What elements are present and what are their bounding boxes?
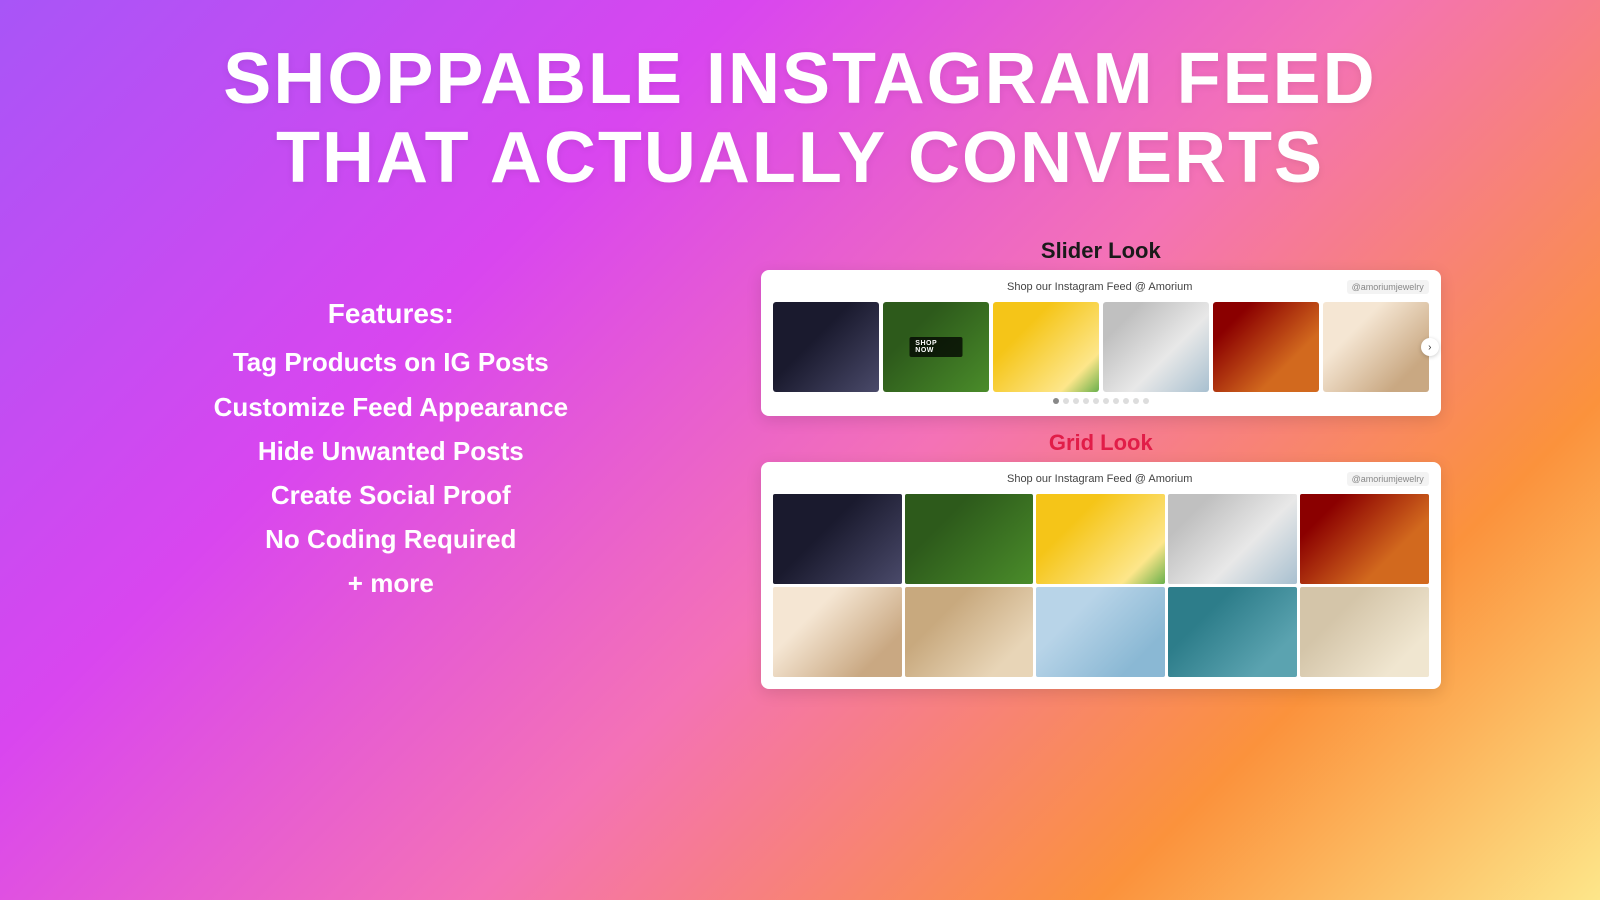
grid-image-5 (1300, 494, 1429, 584)
slider-feed-header: Shop our Instagram Feed @ Amorium @amori… (773, 280, 1429, 294)
left-panel: Features: Tag Products on IG Posts Custo… (60, 238, 682, 605)
grid-image-4 (1168, 494, 1297, 584)
grid-image-8 (1036, 587, 1165, 677)
slider-image-4 (1103, 302, 1209, 392)
grid-images (773, 494, 1429, 677)
dot-4 (1083, 398, 1089, 404)
feature-item-5: No Coding Required (214, 517, 568, 561)
grid-label: Grid Look (1049, 430, 1153, 456)
dot-1 (1053, 398, 1059, 404)
features-block: Features: Tag Products on IG Posts Custo… (214, 298, 568, 605)
grid-image-7 (905, 587, 1034, 677)
slider-image-1 (773, 302, 879, 392)
features-list: Tag Products on IG Posts Customize Feed … (214, 340, 568, 605)
features-title: Features: (214, 298, 568, 330)
slider-feed-title: Shop our Instagram Feed @ Amorium (853, 281, 1347, 293)
dot-9 (1133, 398, 1139, 404)
slider-feed-box: Shop our Instagram Feed @ Amorium @amori… (761, 270, 1441, 416)
slider-image-3 (993, 302, 1099, 392)
grid-image-2 (905, 494, 1034, 584)
dot-2 (1063, 398, 1069, 404)
grid-feed-header: Shop our Instagram Feed @ Amorium @amori… (773, 472, 1429, 486)
headline: SHOPPABLE INSTAGRAM FEED THAT ACTUALLY C… (223, 40, 1376, 198)
grid-feed-title: Shop our Instagram Feed @ Amorium (853, 473, 1347, 485)
headline-line2: THAT ACTUALLY CONVERTS (223, 119, 1376, 198)
grid-image-3 (1036, 494, 1165, 584)
slider-arrow[interactable]: › (1421, 338, 1439, 356)
slider-image-5 (1213, 302, 1319, 392)
content-row: Features: Tag Products on IG Posts Custo… (60, 238, 1540, 870)
dot-5 (1093, 398, 1099, 404)
feature-item-4: Create Social Proof (214, 473, 568, 517)
slider-image-6 (1323, 302, 1429, 392)
grid-image-1 (773, 494, 902, 584)
grid-feed-box: Shop our Instagram Feed @ Amorium @amori… (761, 462, 1441, 689)
dot-6 (1103, 398, 1109, 404)
grid-image-10 (1300, 587, 1429, 677)
dot-3 (1073, 398, 1079, 404)
grid-ig-handle: @amoriumjewelry (1347, 472, 1429, 486)
shop-now-badge: SHOP NOW (909, 337, 962, 357)
grid-image-6 (773, 587, 902, 677)
feature-item-2: Customize Feed Appearance (214, 385, 568, 429)
slider-dots (773, 398, 1429, 404)
slider-images-row: SHOP NOW › (773, 302, 1429, 392)
feature-item-1: Tag Products on IG Posts (214, 340, 568, 384)
right-panel: Slider Look Shop our Instagram Feed @ Am… (682, 238, 1540, 689)
feature-item-3: Hide Unwanted Posts (214, 429, 568, 473)
feature-item-6: + more (214, 561, 568, 605)
grid-image-9 (1168, 587, 1297, 677)
dot-10 (1143, 398, 1149, 404)
headline-line1: SHOPPABLE INSTAGRAM FEED (223, 40, 1376, 119)
dot-7 (1113, 398, 1119, 404)
slider-ig-handle: @amoriumjewelry (1347, 280, 1429, 294)
grid-section: Grid Look Shop our Instagram Feed @ Amor… (682, 430, 1520, 689)
main-container: SHOPPABLE INSTAGRAM FEED THAT ACTUALLY C… (0, 0, 1600, 900)
slider-label: Slider Look (1041, 238, 1161, 264)
slider-section: Slider Look Shop our Instagram Feed @ Am… (682, 238, 1520, 416)
slider-image-2: SHOP NOW (883, 302, 989, 392)
dot-8 (1123, 398, 1129, 404)
